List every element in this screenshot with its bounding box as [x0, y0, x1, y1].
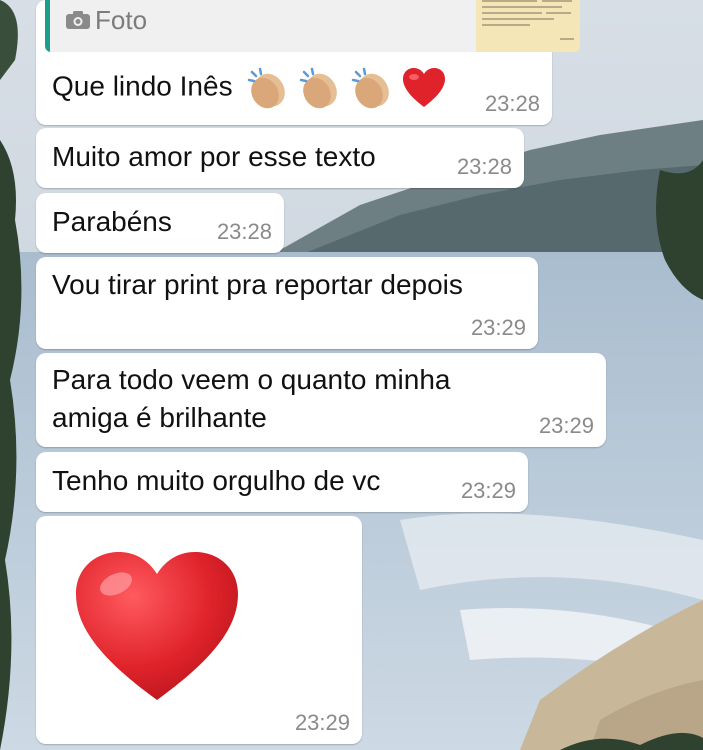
emoji-row — [246, 66, 445, 110]
message-text: Vou tirar print pra reportar depois — [52, 269, 463, 300]
message-time: 23:29 — [538, 413, 594, 438]
message-bubble[interactable]: Vou tirar print pra reportar depois 23:2… — [36, 257, 538, 349]
message-text: Para todo veem o quanto minha amiga é br… — [52, 364, 451, 433]
quote-label: Foto — [95, 5, 148, 35]
camera-icon — [66, 11, 90, 29]
clapping-hands-icon — [248, 67, 286, 109]
message-text: Parabéns — [52, 206, 172, 237]
quoted-photo-reply[interactable]: Foto — [45, 0, 580, 52]
message-time: 23:28 — [456, 154, 512, 179]
clapping-hands-icon — [351, 67, 389, 109]
message-time: 23:28 — [484, 91, 540, 116]
message-bubble[interactable]: Para todo veem o quanto minha amiga é br… — [36, 353, 606, 447]
big-red-heart-icon — [76, 552, 238, 700]
message-time: 23:29 — [470, 315, 526, 340]
message-bubble[interactable]: Parabéns 23:28 — [36, 193, 284, 253]
red-heart-icon — [402, 68, 445, 107]
message-bubble[interactable]: Tenho muito orgulho de vc 23:29 — [36, 452, 528, 512]
message-bubble[interactable]: Muito amor por esse texto 23:28 — [36, 128, 524, 188]
photo-thumbnail — [476, 0, 580, 52]
message-time: 23:28 — [216, 219, 272, 244]
clapping-hands-icon — [299, 67, 337, 109]
message-bubble[interactable]: 23:29 — [36, 516, 362, 744]
message-text: Que lindo Inês — [52, 66, 446, 110]
message-time: 23:29 — [294, 710, 350, 735]
quote-accent-bar — [45, 0, 50, 52]
message-time: 23:29 — [460, 478, 516, 503]
message-text-content: Que lindo Inês — [52, 70, 233, 102]
message-bubble[interactable]: Foto Que lindo Inês 23:28 — [36, 0, 580, 125]
message-text: Tenho muito orgulho de vc — [52, 465, 381, 496]
message-text: Muito amor por esse texto — [52, 141, 376, 172]
